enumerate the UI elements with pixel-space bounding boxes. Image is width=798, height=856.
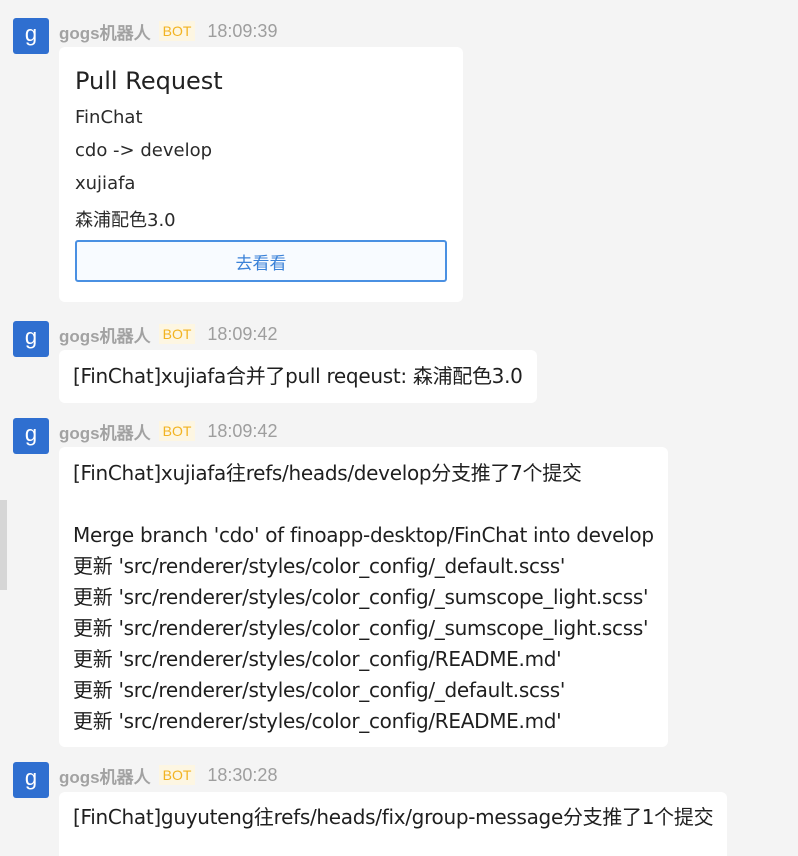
message-time: 18:09:42 <box>207 420 278 441</box>
message-header: gogs机器人 BOT 18:09:42 <box>59 417 277 445</box>
bot-badge: BOT <box>158 324 196 344</box>
bot-badge: BOT <box>158 765 196 785</box>
card-title: Pull Request <box>75 67 223 95</box>
message-line: 更新 'src/renderer/styles/color_config/_su… <box>73 585 649 609</box>
sidebar-collapse-handle[interactable] <box>0 500 7 590</box>
pull-request-card: Pull Request FinChat cdo -> develop xuji… <box>59 47 463 302</box>
message-bubble: [FinChat]xujiafa合并了pull reqeust: 森浦配色3.0 <box>59 350 537 403</box>
avatar[interactable]: g <box>13 418 49 454</box>
bot-badge: BOT <box>158 21 196 41</box>
sender-name[interactable]: gogs机器人 <box>59 419 151 444</box>
message-line: 更新 'src/renderer/styles/color_config/REA… <box>73 709 562 733</box>
message-line: Merge branch 'cdo' of finoapp-desktop/Fi… <box>73 523 654 547</box>
avatar[interactable]: g <box>13 762 49 798</box>
message-text: [FinChat]xujiafa合并了pull reqeust: 森浦配色3.0 <box>73 364 523 388</box>
message-line: 更新 'src/renderer/styles/color_config/REA… <box>73 647 562 671</box>
avatar[interactable]: g <box>13 18 49 54</box>
message-bubble: [FinChat]xujiafa往refs/heads/develop分支推了7… <box>59 447 668 747</box>
message-time: 18:09:42 <box>207 323 278 344</box>
message-line: 更新 'src/renderer/styles/color_config/_de… <box>73 554 566 578</box>
sender-name[interactable]: gogs机器人 <box>59 322 151 347</box>
sender-name[interactable]: gogs机器人 <box>59 763 151 788</box>
message-line: [FinChat]xujiafa往refs/heads/develop分支推了7… <box>73 461 582 485</box>
message-header: gogs机器人 BOT 18:09:42 <box>59 320 277 348</box>
card-pr-title: 森浦配色3.0 <box>75 210 176 231</box>
message-line: 更新 'src/renderer/styles/color_config/_de… <box>73 678 566 702</box>
message-text: [FinChat]guyuteng往refs/heads/fix/group-m… <box>73 805 714 829</box>
message-line <box>73 489 654 520</box>
sender-name[interactable]: gogs机器人 <box>59 19 151 44</box>
bot-badge: BOT <box>158 421 196 441</box>
card-author: xujiafa <box>75 173 136 194</box>
message-line: 更新 'src/renderer/styles/color_config/_su… <box>73 616 649 640</box>
card-branch: cdo -> develop <box>75 140 213 161</box>
card-repo: FinChat <box>75 107 143 128</box>
view-pr-button[interactable]: 去看看 <box>75 240 447 282</box>
message-time: 18:09:39 <box>207 20 278 41</box>
avatar[interactable]: g <box>13 321 49 357</box>
message-header: gogs机器人 BOT 18:09:39 <box>59 17 277 45</box>
message-time: 18:30:28 <box>207 764 278 785</box>
message-bubble: [FinChat]guyuteng往refs/heads/fix/group-m… <box>59 792 728 856</box>
message-header: gogs机器人 BOT 18:30:28 <box>59 761 277 789</box>
